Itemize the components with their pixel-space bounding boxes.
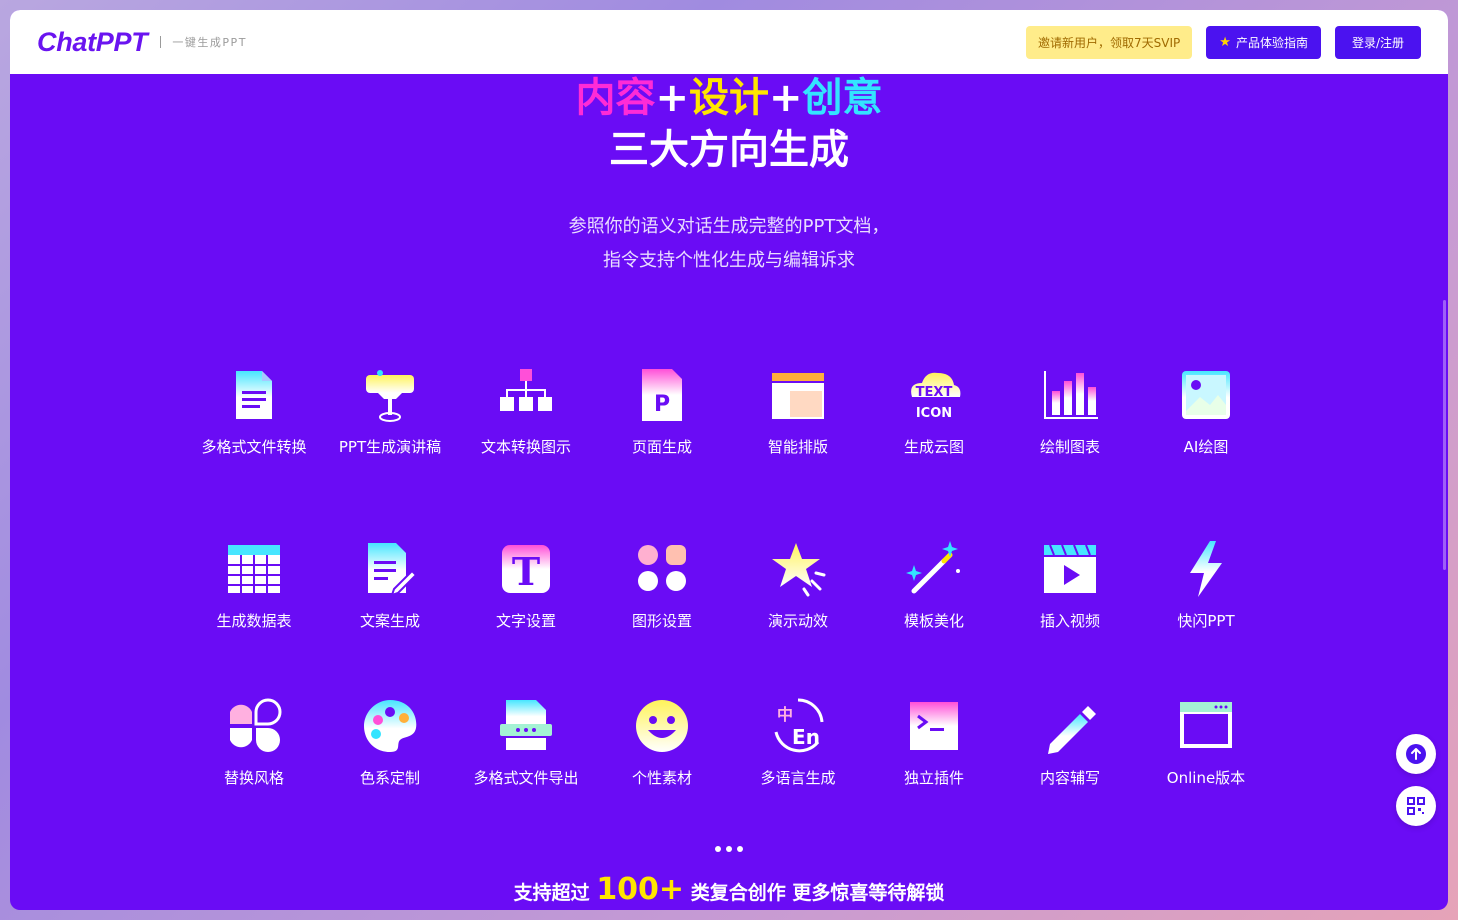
tagline-suffix: 类复合创作 更多惊喜等待解锁	[690, 882, 945, 904]
tagline-prefix: 支持超过	[513, 882, 590, 904]
feature-label: 文字设置	[495, 612, 556, 630]
browser-icon	[1180, 702, 1232, 748]
icon-text: TEXT	[916, 385, 953, 400]
pencil-icon	[1048, 706, 1096, 754]
petals-icon	[230, 698, 282, 752]
feature-item[interactable]: Online版本	[1151, 696, 1261, 786]
image-icon	[1182, 371, 1230, 419]
feature-item[interactable]: 模板美化	[879, 539, 989, 629]
bottom-tagline: 支持超过 100+ 类复合创作 更多惊喜等待解锁	[10, 872, 1448, 907]
layout-icon	[772, 373, 824, 419]
feature-label: 图形设置	[631, 612, 692, 630]
feature-item[interactable]: 图形设置	[607, 539, 717, 629]
feature-label: 多格式文件转换	[201, 438, 307, 456]
feature-item[interactable]: 智能排版	[743, 365, 853, 455]
feature-label: 个性素材	[631, 769, 692, 787]
feature-item[interactable]: 色系定制	[335, 696, 445, 786]
svg-text:P: P	[654, 392, 670, 417]
feature-label: 文本转换图示	[480, 438, 571, 456]
podium-icon	[366, 370, 414, 422]
scrollbar[interactable]	[1443, 300, 1446, 570]
feature-item[interactable]: PPT生成演讲稿	[335, 365, 445, 455]
feature-label: 生成数据表	[216, 612, 292, 630]
back-to-top-button[interactable]	[1396, 734, 1436, 774]
magic-wand-icon	[906, 541, 960, 594]
lightning-icon	[1190, 541, 1222, 597]
palette-icon	[364, 700, 417, 752]
smiley-icon	[636, 700, 688, 752]
feature-label: 绘制图表	[1039, 438, 1100, 456]
qr-code-button[interactable]	[1396, 786, 1436, 826]
feature-label: 页面生成	[631, 438, 692, 456]
icon-text: ICON	[916, 406, 952, 421]
feature-item[interactable]: 独立插件	[879, 696, 989, 786]
feature-item[interactable]: 文本转换图示	[471, 365, 581, 455]
feature-item[interactable]: P 页面生成	[607, 365, 717, 455]
feature-label: PPT生成演讲稿	[338, 438, 442, 456]
feature-label: Online版本	[1166, 769, 1246, 787]
feature-item[interactable]: 替换风格	[199, 696, 309, 786]
document-icon	[236, 371, 272, 419]
text-t-icon: T	[502, 545, 550, 594]
app-window: ChatPPT 一键生成PPT 邀请新用户，领取7天SVIP ★ 产品体验指南 …	[10, 10, 1448, 910]
feature-label: 多格式文件导出	[473, 769, 579, 787]
feature-item[interactable]: 绘制图表	[1015, 365, 1125, 455]
edit-doc-icon	[368, 543, 418, 597]
more-dots-icon	[715, 846, 743, 852]
feature-item[interactable]: AI绘图	[1151, 365, 1261, 455]
feature-label: 文案生成	[359, 612, 420, 630]
word-cloud-icon: TEXT ICON	[911, 372, 961, 421]
feature-item[interactable]: 文案生成	[335, 539, 445, 629]
tagline-number: 100+	[596, 872, 685, 907]
feature-label: 色系定制	[359, 769, 420, 787]
feature-item[interactable]: 生成数据表	[199, 539, 309, 629]
feature-item[interactable]: 多格式文件转换	[199, 365, 309, 455]
feature-label: 生成云图	[903, 438, 964, 456]
feature-label: 内容辅写	[1039, 769, 1100, 787]
icon-text: T	[512, 549, 540, 594]
star-icon	[772, 543, 826, 597]
bar-chart-icon	[1044, 371, 1098, 419]
ppt-file-icon: P	[642, 369, 682, 421]
feature-item[interactable]: 多格式文件导出	[471, 696, 581, 786]
feature-grid: 多格式文件转换 PPT生成演讲稿 文本转换图示 P 页面生成 智能排版 TEXT ICON 生成…	[10, 10, 1448, 910]
icon-text: 中	[777, 705, 793, 724]
feature-item[interactable]: TEXT ICON 生成云图	[879, 365, 989, 455]
feature-label: 插入视频	[1039, 612, 1100, 630]
hierarchy-icon	[500, 369, 552, 411]
icon-text: En	[792, 725, 820, 749]
feature-label: 快闪PPT	[1177, 612, 1235, 630]
feature-label: AI绘图	[1183, 438, 1229, 456]
video-icon	[1044, 544, 1096, 593]
feature-label: 智能排版	[767, 438, 828, 456]
translate-icon: 中En	[774, 698, 824, 753]
feature-item[interactable]: 快闪PPT	[1151, 539, 1261, 629]
feature-label: 演示动效	[767, 612, 828, 630]
export-file-icon	[500, 700, 552, 750]
feature-item[interactable]: 中 En 多语言生成	[743, 696, 853, 786]
table-icon	[228, 545, 280, 593]
feature-item[interactable]: 个性素材	[607, 696, 717, 786]
feature-label: 替换风格	[223, 769, 284, 787]
feature-item[interactable]: 内容辅写	[1015, 696, 1125, 786]
terminal-icon	[910, 702, 958, 750]
feature-label: 多语言生成	[760, 769, 836, 787]
arrow-up-icon	[1406, 744, 1426, 764]
qr-code-icon	[1407, 797, 1425, 815]
feature-label: 模板美化	[903, 612, 964, 630]
feature-item[interactable]: 演示动效	[743, 539, 853, 629]
feature-item[interactable]: 插入视频	[1015, 539, 1125, 629]
feature-item[interactable]: T 文字设置	[471, 539, 581, 629]
shapes-icon	[638, 545, 686, 591]
feature-label: 独立插件	[903, 769, 964, 787]
